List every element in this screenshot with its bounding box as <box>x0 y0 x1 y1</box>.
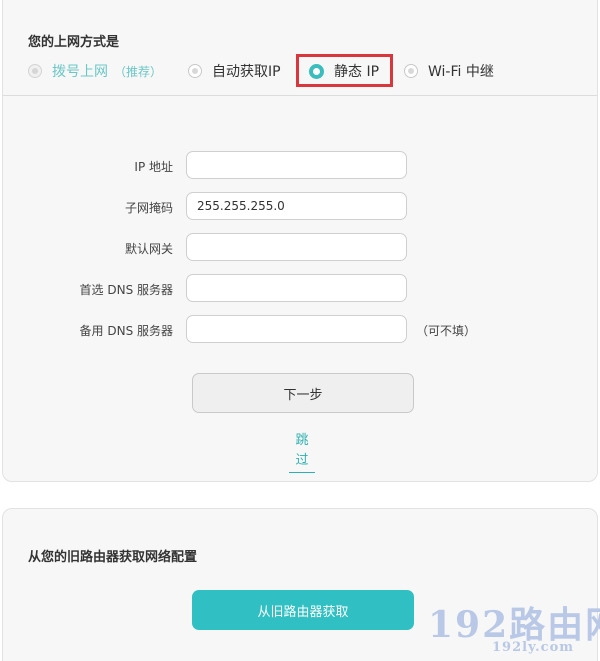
subnet-mask-input[interactable] <box>186 192 407 220</box>
connection-mode-title: 您的上网方式是 <box>28 35 120 50</box>
secondary-dns-input[interactable] <box>186 315 407 343</box>
static-ip-highlight-frame <box>296 54 393 87</box>
radio-wifi-repeater-label: Wi-Fi 中继 <box>428 64 494 80</box>
secondary-dns-label: 备用 DNS 服务器 <box>79 324 173 338</box>
ip-address-row: IP 地址 <box>3 151 599 179</box>
ip-address-input[interactable] <box>186 151 407 179</box>
default-gateway-label: 默认网关 <box>124 242 173 256</box>
radio-dialup[interactable]: 拨号上网 （推荐） <box>28 61 162 81</box>
skip-link-line2: 过 <box>289 451 315 473</box>
watermark-domain-text: 192ly.com <box>492 640 575 655</box>
radio-dialup-recommended-note: （推荐） <box>114 64 163 79</box>
radio-dialup-label: 拨号上网 <box>52 64 108 80</box>
skip-link[interactable]: 跳 过 <box>289 431 315 473</box>
subnet-mask-label: 子网掩码 <box>124 201 173 215</box>
radio-auto-ip-label: 自动获取IP <box>212 64 281 80</box>
old-router-title: 从您的旧路由器获取网络配置 <box>28 550 198 565</box>
get-from-old-router-button[interactable]: 从旧路由器获取 <box>192 590 414 630</box>
radio-dialup-circle-icon <box>28 64 42 78</box>
primary-dns-input[interactable] <box>186 274 407 302</box>
radio-wifi-repeater[interactable]: Wi-Fi 中继 <box>404 61 494 81</box>
connection-setup-card: 您的上网方式是 拨号上网 （推荐） 自动获取IP 静态 IP Wi-Fi 中继 … <box>2 0 598 482</box>
radio-auto-ip[interactable]: 自动获取IP <box>188 61 281 81</box>
subnet-mask-row: 子网掩码 <box>3 192 599 220</box>
section-divider <box>3 95 597 96</box>
next-step-button[interactable]: 下一步 <box>192 373 414 413</box>
primary-dns-label: 首选 DNS 服务器 <box>79 283 173 297</box>
primary-dns-row: 首选 DNS 服务器 <box>3 274 599 302</box>
radio-wifi-repeater-circle-icon <box>404 64 418 78</box>
radio-auto-ip-circle-icon <box>188 64 202 78</box>
secondary-dns-row: 备用 DNS 服务器 （可不填） <box>3 315 599 343</box>
optional-note: （可不填） <box>416 324 477 338</box>
default-gateway-row: 默认网关 <box>3 233 599 261</box>
ip-address-label: IP 地址 <box>134 160 173 174</box>
skip-link-line1: 跳 <box>295 433 309 448</box>
site-watermark: 192路由网 192ly.com <box>428 596 600 660</box>
default-gateway-input[interactable] <box>186 233 407 261</box>
